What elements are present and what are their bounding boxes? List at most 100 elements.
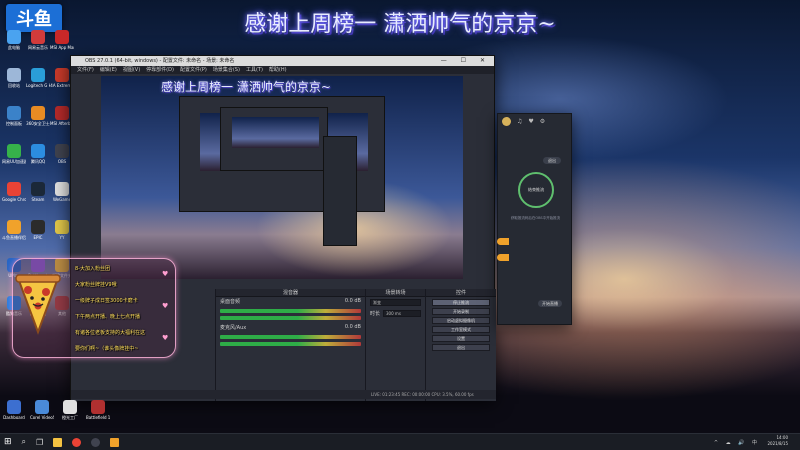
- desktop-icon-label: Logitech G HUB: [26, 83, 50, 88]
- desktop-icon[interactable]: 腾讯QQ: [26, 144, 50, 174]
- heart-icon: ♥: [162, 302, 169, 310]
- recycle-bin-icon: [7, 68, 21, 82]
- desktop-icon[interactable]: 此电脑: [2, 30, 26, 60]
- obs-status-bar: LIVE: 01:23:45 REC: 00:00:00 CPU: 3.5%, …: [71, 390, 496, 399]
- desktop-icon[interactable]: Logitech G HUB: [26, 68, 50, 98]
- desktop-icon-label: 360安全卫士: [26, 121, 50, 126]
- obs-menu-item[interactable]: 停靠部件(D): [146, 67, 174, 73]
- desktop-icon[interactable]: 橙光工厂: [58, 400, 82, 430]
- desktop-icon-label: 回收站: [8, 83, 20, 88]
- desktop-icon-label: 控制面板: [6, 121, 22, 126]
- window-controls[interactable]: — ☐ ✕: [441, 56, 491, 66]
- task-view-icon[interactable]: ❐: [36, 438, 43, 447]
- obs-menu-item[interactable]: 帮助(H): [269, 67, 287, 73]
- start-live-button[interactable]: 开始直播: [538, 300, 562, 307]
- app-icon: [55, 106, 69, 120]
- chat-line-2: 大家粉丝牌挂V9哦: [75, 282, 117, 288]
- stream-app-taskbar-icon[interactable]: [110, 437, 120, 447]
- obs-icon: [55, 144, 69, 158]
- settings-icon[interactable]: ⚙: [540, 118, 545, 125]
- chat-line-1: 8-大加入粉丝团: [75, 266, 110, 272]
- nested-stream-app: [323, 136, 357, 246]
- clock-date: 2021/8/15: [767, 441, 788, 446]
- mic-audio-meter-2[interactable]: [220, 342, 361, 346]
- desktop-icon[interactable]: 360安全卫士: [26, 106, 50, 136]
- mixer-header: 混音器: [216, 289, 365, 297]
- search-icon[interactable]: ⌕: [22, 437, 26, 447]
- obs-preview[interactable]: 感谢上周榜一 潇洒帅气的京京~: [101, 76, 463, 279]
- desktop-icon[interactable]: Battlefield 1: [86, 400, 110, 430]
- desktop-icon-label: 斗鱼直播伴侣: [2, 235, 26, 240]
- orange-side-tab-2[interactable]: [497, 254, 509, 261]
- desktop-icon-label: Corel VideoStudio: [30, 415, 54, 420]
- desktop-audio-meter[interactable]: [220, 309, 361, 313]
- desktop-icon[interactable]: 控制面板: [2, 106, 26, 136]
- heart-icon: ♥: [162, 270, 169, 278]
- desktop-icon[interactable]: 网易UU加速器: [2, 144, 26, 174]
- desktop-audio-meter-2[interactable]: [220, 316, 361, 320]
- obs-menu-item[interactable]: 视图(V): [123, 67, 140, 73]
- desktop-icon[interactable]: Steam: [26, 182, 50, 212]
- obs-menu-item[interactable]: 编辑(E): [100, 67, 117, 73]
- orange-side-tab-1[interactable]: [497, 238, 509, 245]
- mic-audio-meter[interactable]: [220, 335, 361, 339]
- game-icon: [55, 182, 69, 196]
- mixer-dock: 混音器 桌面音频 0.0 dB 麦克风/Aux 0.0 dB: [216, 289, 366, 401]
- obs-menu-item[interactable]: 文件(F): [77, 67, 94, 73]
- obs-control-button[interactable]: 开始录制: [432, 308, 490, 315]
- desktop-icon[interactable]: 网易云音乐: [26, 30, 50, 60]
- obs-menu-item[interactable]: 配置文件(P): [180, 67, 207, 73]
- obs-control-button[interactable]: 工作室模式: [432, 326, 490, 333]
- stream-app-window[interactable]: ♫ ♥ ⚙ 退出 结束推流 获取推流码后在OBS中开始推流 开始直播: [497, 113, 572, 325]
- desktop-icon[interactable]: 回收站: [2, 68, 26, 98]
- mixer-row-desktop: 桌面音频 0.0 dB: [220, 298, 361, 305]
- desktop-icon-label: Steam: [31, 197, 45, 202]
- epic-icon: [31, 220, 45, 234]
- obs-menu-item[interactable]: 工具(T): [246, 67, 263, 73]
- app-icon: [7, 220, 21, 234]
- desktop-icon-label: Google Chrome: [2, 197, 26, 202]
- obs-title-text: OBS 27.0.1 (64-bit, windows) - 配置文件: 未命名…: [85, 58, 235, 64]
- stream-start-label: 结束推流: [528, 187, 544, 192]
- obs-control-button[interactable]: 停止推流: [432, 299, 490, 306]
- windows-start-icon[interactable]: ⊞: [4, 437, 12, 447]
- transition-type-field[interactable]: 渐变: [366, 297, 425, 308]
- chrome-icon[interactable]: [72, 437, 82, 447]
- shield-icon: [31, 106, 45, 120]
- transition-duration-field[interactable]: 时长 300 ms: [366, 308, 425, 319]
- bottom-desktop-icons: Dashboard Corel VideoStudio 橙光工厂 Battlefiel…: [2, 400, 110, 430]
- app-icon: [7, 144, 21, 158]
- controls-header: 控件: [426, 289, 496, 297]
- video-icon: [35, 400, 49, 414]
- stream-app-hint: 获取推流码后在OBS中开始推流: [510, 216, 561, 220]
- system-tray[interactable]: ^ ☁ 🔊 中: [714, 439, 760, 446]
- desktop-icon-label: Dashboard: [3, 415, 25, 420]
- bell-icon[interactable]: ♫: [517, 118, 522, 125]
- desktop-icon[interactable]: 斗鱼直播伴侣: [2, 220, 26, 250]
- app-icon: [55, 220, 69, 234]
- desktop-icon[interactable]: EPIC: [26, 220, 50, 250]
- obs-control-button[interactable]: 退出: [432, 344, 490, 351]
- obs-title-bar[interactable]: OBS 27.0.1 (64-bit, windows) - 配置文件: 未命名…: [71, 56, 494, 66]
- gift-icon[interactable]: ♥: [528, 118, 533, 125]
- stream-app-exit-button[interactable]: 退出: [543, 157, 561, 164]
- stream-start-ring[interactable]: 结束推流: [518, 172, 554, 208]
- settings-icon: [7, 106, 21, 120]
- transitions-header: 场景转场: [366, 289, 425, 297]
- chat-line-6: 要你们啊~（谁头像牌挂中~: [75, 346, 139, 352]
- mixer-row-mic: 麦克风/Aux 0.0 dB: [220, 324, 361, 331]
- desktop-icon-label: 网易UU加速器: [2, 159, 26, 164]
- desktop-icon[interactable]: Google Chrome: [2, 182, 26, 212]
- avatar[interactable]: [502, 116, 511, 126]
- desktop-icon[interactable]: Dashboard: [2, 400, 26, 430]
- desktop-icon[interactable]: Corel VideoStudio: [30, 400, 54, 430]
- pizza-mascot-icon: [15, 274, 61, 335]
- obs-taskbar-icon[interactable]: [91, 437, 101, 447]
- heart-icon: ♥: [162, 334, 169, 342]
- obs-control-button[interactable]: 启动虚拟摄像机: [432, 317, 490, 324]
- file-explorer-icon[interactable]: [53, 437, 63, 447]
- nested-obs-preview-inner: [220, 107, 328, 171]
- clock[interactable]: 14:00 2021/8/15: [767, 435, 788, 447]
- obs-menu-item[interactable]: 场景集合(S): [213, 67, 240, 73]
- obs-control-button[interactable]: 设置: [432, 335, 490, 342]
